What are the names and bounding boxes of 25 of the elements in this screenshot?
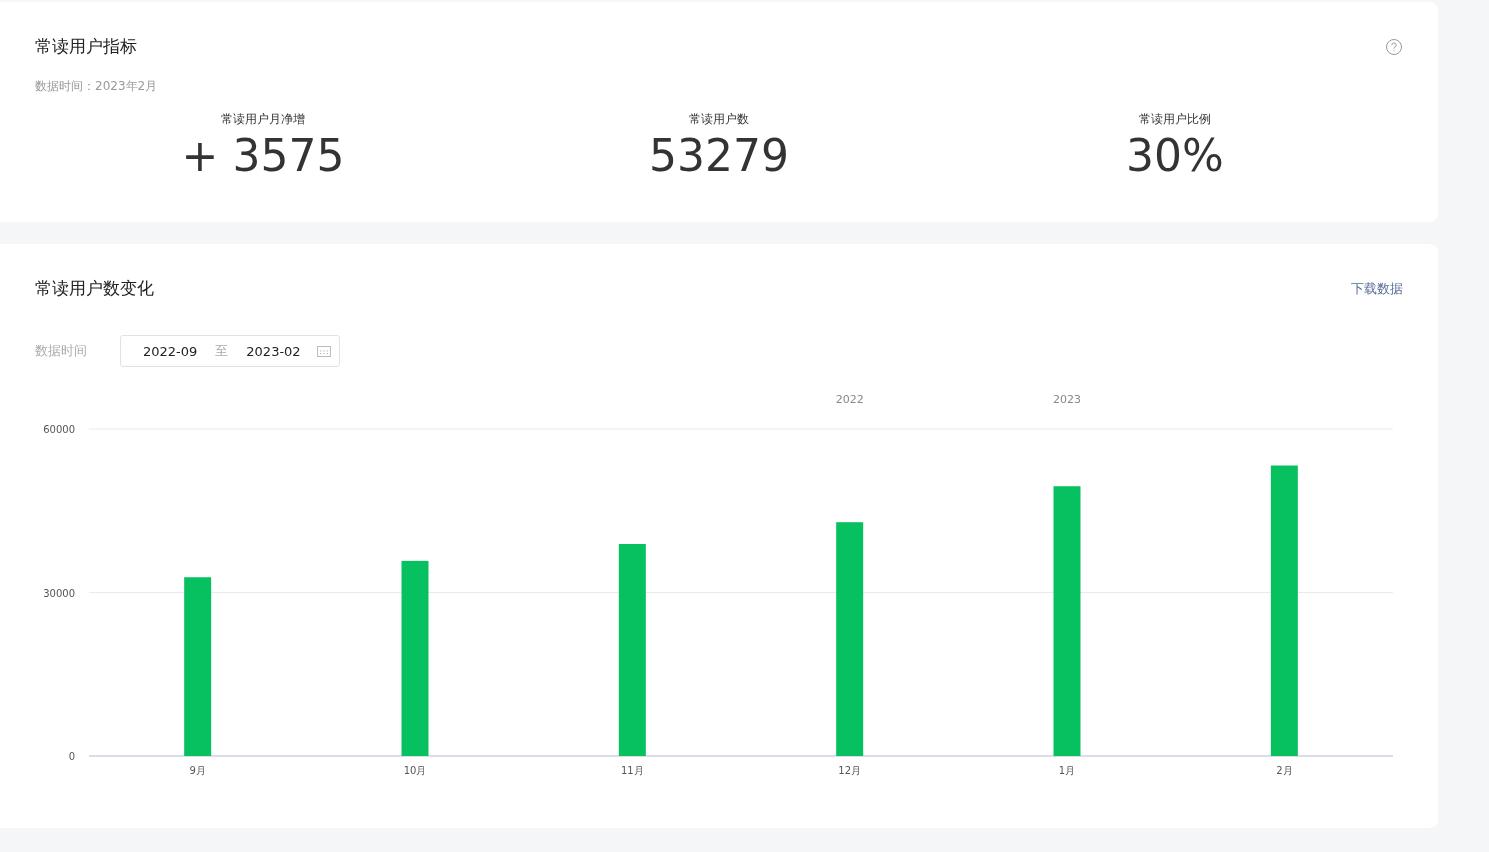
y-axis-label: 60000 <box>43 424 75 435</box>
year-label: 2022 <box>835 393 864 406</box>
card-title: 常读用户指标 <box>35 35 137 58</box>
data-time-text: 数据时间：2023年2月 <box>35 78 159 95</box>
year-label: 2023 <box>1053 393 1081 406</box>
metric-label: 常读用户月净增 <box>221 111 305 128</box>
x-axis-label: 1月 <box>1058 765 1076 776</box>
date-range-picker[interactable]: 2022-09 至 2023-02 <box>120 335 340 367</box>
x-axis-label: 10月 <box>403 765 427 776</box>
x-axis-label: 2月 <box>1276 765 1293 776</box>
help-icon[interactable] <box>1385 37 1403 56</box>
card-title: 常读用户数变化 <box>35 277 154 300</box>
x-axis-label: 11月 <box>620 765 644 776</box>
metric-label: 常读用户数 <box>689 111 749 128</box>
metric-value: + 3575 <box>181 130 345 182</box>
x-axis-label: 9月 <box>189 765 206 776</box>
metric-label: 常读用户比例 <box>1139 111 1211 128</box>
calendar-icon <box>317 345 331 357</box>
x-axis-label: 12月 <box>838 765 862 776</box>
y-axis-label: 0 <box>68 751 75 762</box>
download-data-link[interactable]: 下载数据 <box>1351 279 1403 298</box>
metric-value: 53279 <box>649 130 789 182</box>
y-axis-label: 30000 <box>43 587 75 599</box>
metric-value: 30% <box>1126 130 1224 182</box>
filter-label: 数据时间 <box>35 342 87 360</box>
